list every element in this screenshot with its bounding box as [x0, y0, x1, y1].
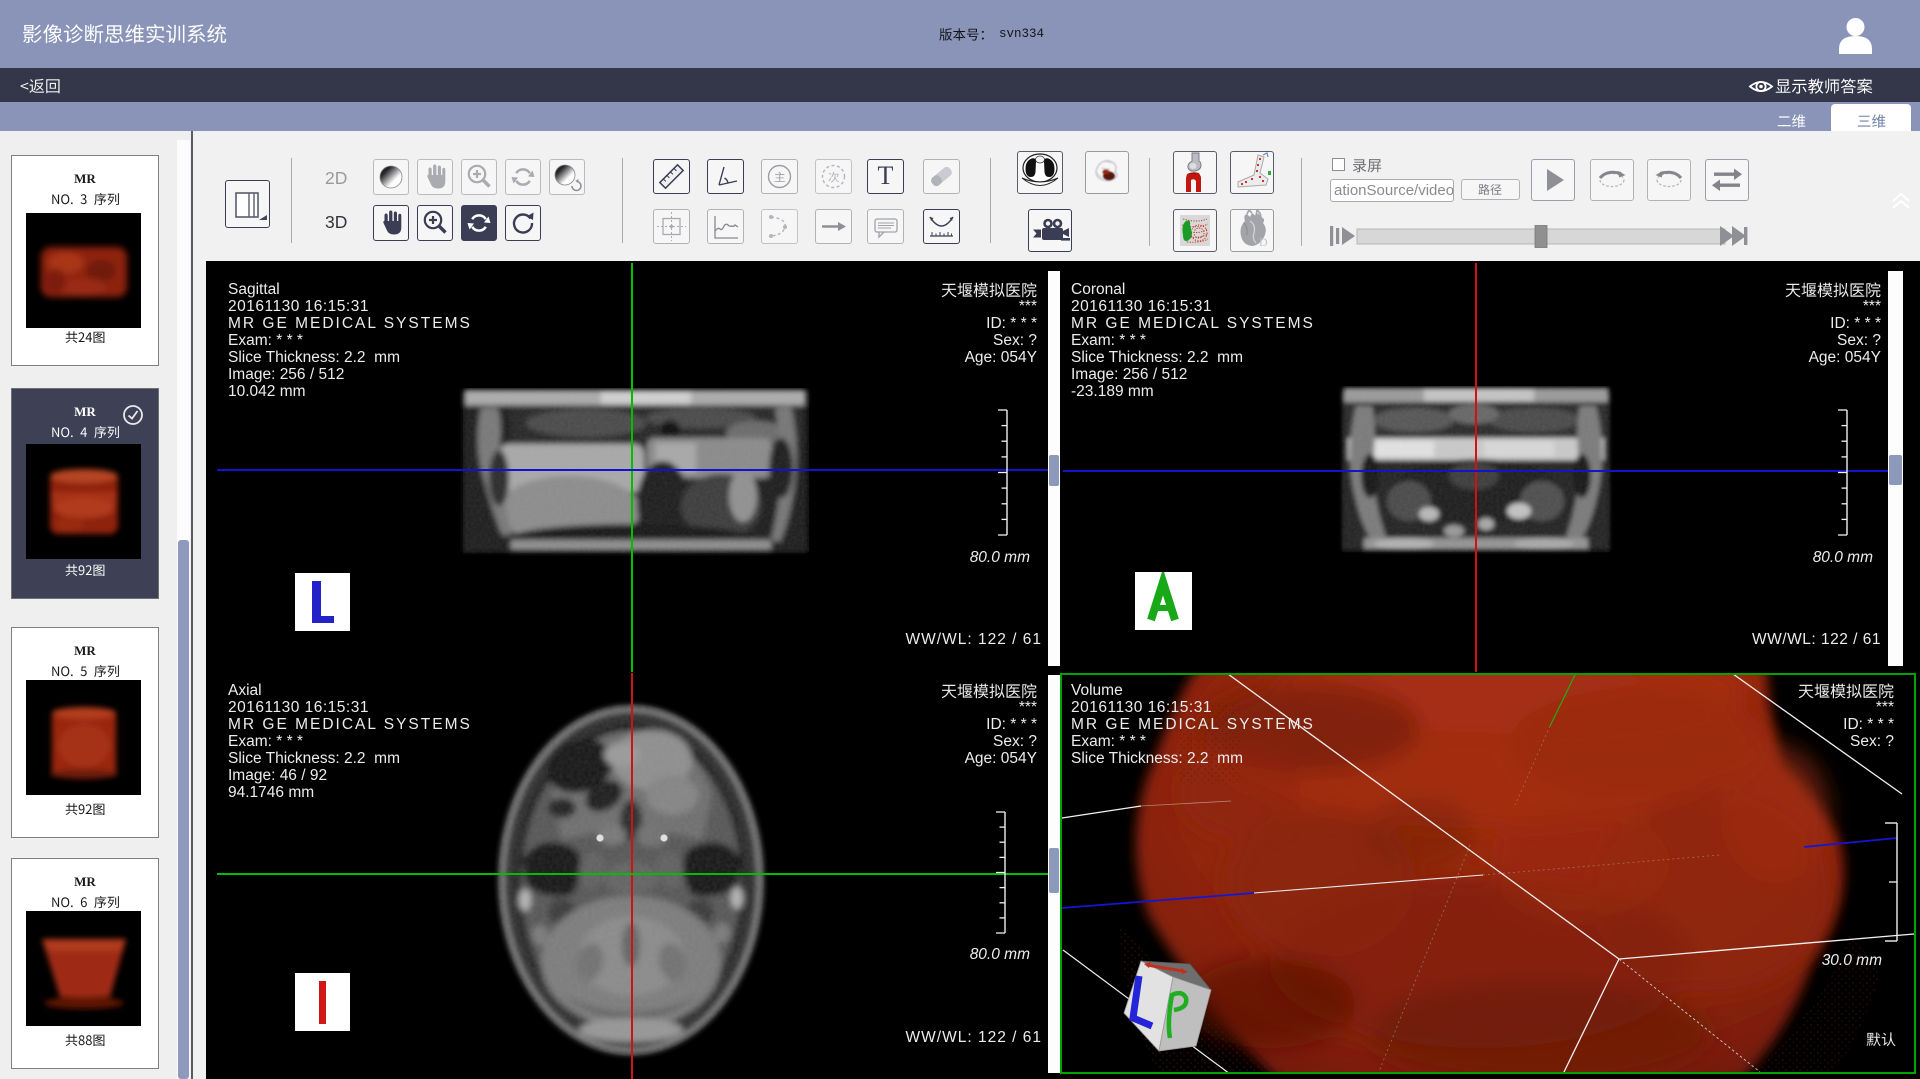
svg-text:D: D [1259, 235, 1268, 249]
